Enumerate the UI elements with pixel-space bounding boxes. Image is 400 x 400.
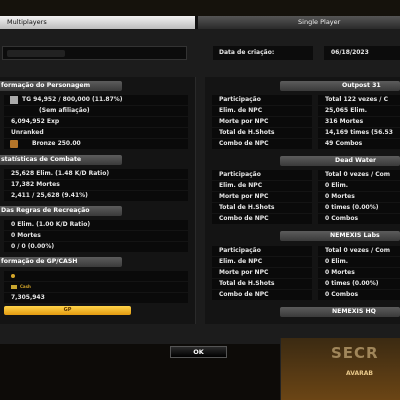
combat-kills-row: 25,628 Elim. (1.48 K/D Ratio) bbox=[4, 169, 188, 179]
map-stat-value: 0 times (0.00%) bbox=[318, 279, 400, 289]
map-stat-label: Morte por NPC bbox=[212, 117, 312, 127]
ranked-row: Unranked bbox=[4, 128, 188, 138]
map-stat-label: Total de H.Shots bbox=[212, 203, 312, 213]
map-stat-label: Morte por NPC bbox=[212, 192, 312, 202]
tab-multiplayers[interactable]: Multiplayers bbox=[0, 16, 196, 29]
map-header-dead-water: Dead Water bbox=[280, 156, 400, 166]
rank-progress-text: TG 94,952 / 800,000 (11.87%) bbox=[22, 96, 123, 103]
recreation-kills-row: 0 Elim. (1.00 K/D Ratio) bbox=[4, 220, 188, 230]
combat-deaths-row: 17,382 Mortes bbox=[4, 180, 188, 190]
rank-row: TG 94,952 / 800,000 (11.87%) bbox=[4, 95, 188, 105]
map-stat-label: Participação bbox=[212, 170, 312, 180]
map-stat-value: 0 Elim. bbox=[318, 257, 400, 267]
banner-title: SECR bbox=[331, 344, 379, 362]
map-stat-label: Total de H.Shots bbox=[212, 128, 312, 138]
gp-value-row: 7,305,943 bbox=[4, 293, 188, 303]
cash-label: Cash bbox=[20, 284, 31, 289]
map-header-nemexis-hq: NEMEXIS HQ bbox=[280, 307, 400, 317]
creation-date-value: 06/18/2023 bbox=[324, 46, 400, 60]
map-stat-label: Combo de NPC bbox=[212, 139, 312, 149]
map-stat-value: Total 0 vezes / Com bbox=[318, 170, 400, 180]
exp-row: 6,094,952 Exp bbox=[4, 117, 188, 127]
affiliation-row: (Sem afiliação) bbox=[4, 106, 188, 116]
bronze-text: Bronze 250.00 bbox=[32, 140, 81, 147]
cash-icon bbox=[11, 284, 17, 289]
map-stat-label: Combo de NPC bbox=[212, 290, 312, 300]
recreation-deaths-row: 0 Mortes bbox=[4, 231, 188, 241]
tab-single-player[interactable]: Single Player bbox=[198, 16, 400, 29]
cash-row: Cash bbox=[4, 282, 188, 292]
map-header-nemexis-labs: NEMEXIS Labs bbox=[280, 231, 400, 241]
map-stat-label: Participação bbox=[212, 95, 312, 105]
creation-date-label: Data de criação: bbox=[213, 46, 313, 60]
map-stat-value: Total 0 vezes / Com bbox=[318, 246, 400, 256]
map-stat-value: 0 Mortes bbox=[318, 192, 400, 202]
recreation-ratio-row: 0 / 0 (0.00%) bbox=[4, 242, 188, 252]
player-name-redacted bbox=[7, 50, 65, 57]
map-stat-label: Combo de NPC bbox=[212, 214, 312, 224]
map-stat-label: Participação bbox=[212, 246, 312, 256]
map-stat-label: Morte por NPC bbox=[212, 268, 312, 278]
section-header-gpcash: formação de GP/CASH bbox=[0, 257, 122, 267]
map-stat-label: Elim. de NPC bbox=[212, 257, 312, 267]
map-stat-value: 0 Mortes bbox=[318, 268, 400, 278]
ok-button[interactable]: OK bbox=[170, 346, 227, 358]
map-stat-value: 316 Mortes bbox=[318, 117, 400, 127]
map-stat-value: 49 Combos bbox=[318, 139, 400, 149]
top-background bbox=[0, 0, 400, 16]
map-stat-value: 0 Combos bbox=[318, 214, 400, 224]
map-stat-label: Total de H.Shots bbox=[212, 279, 312, 289]
map-header-outpost-31: Outpost 31 bbox=[280, 81, 400, 91]
section-header-recreacao: Das Regras de Recreação bbox=[0, 206, 122, 216]
banner-subtitle: AVARAB bbox=[346, 370, 373, 377]
map-stat-label: Elim. de NPC bbox=[212, 181, 312, 191]
map-stat-value: 25,065 Elim. bbox=[318, 106, 400, 116]
combat-headshots-row: 2,411 / 25,628 (9.41%) bbox=[4, 191, 188, 201]
player-name-box bbox=[2, 46, 187, 60]
map-stat-value: Total 122 vezes / C bbox=[318, 95, 400, 105]
gp-icon-row bbox=[4, 271, 188, 281]
rank-insignia-icon bbox=[10, 95, 18, 104]
map-stat-value: 0 times (0.00%) bbox=[318, 203, 400, 213]
map-stat-value: 0 Combos bbox=[318, 290, 400, 300]
coin-icon bbox=[11, 273, 15, 278]
section-header-combate: statísticas de Combate bbox=[0, 155, 122, 165]
map-stat-label: Elim. de NPC bbox=[212, 106, 312, 116]
map-stat-value: 14,169 times (56.53 bbox=[318, 128, 400, 138]
bronze-medal-icon bbox=[10, 139, 18, 148]
map-stat-value: 0 Elim. bbox=[318, 181, 400, 191]
bronze-row: Bronze 250.00 bbox=[4, 139, 188, 149]
section-header-personagem: formação do Personagem bbox=[0, 81, 122, 91]
promo-banner[interactable]: SECR AVARAB bbox=[280, 338, 400, 400]
mode-tab-bar: Multiplayers Single Player bbox=[0, 16, 400, 29]
gp-button[interactable]: GP bbox=[4, 306, 131, 315]
